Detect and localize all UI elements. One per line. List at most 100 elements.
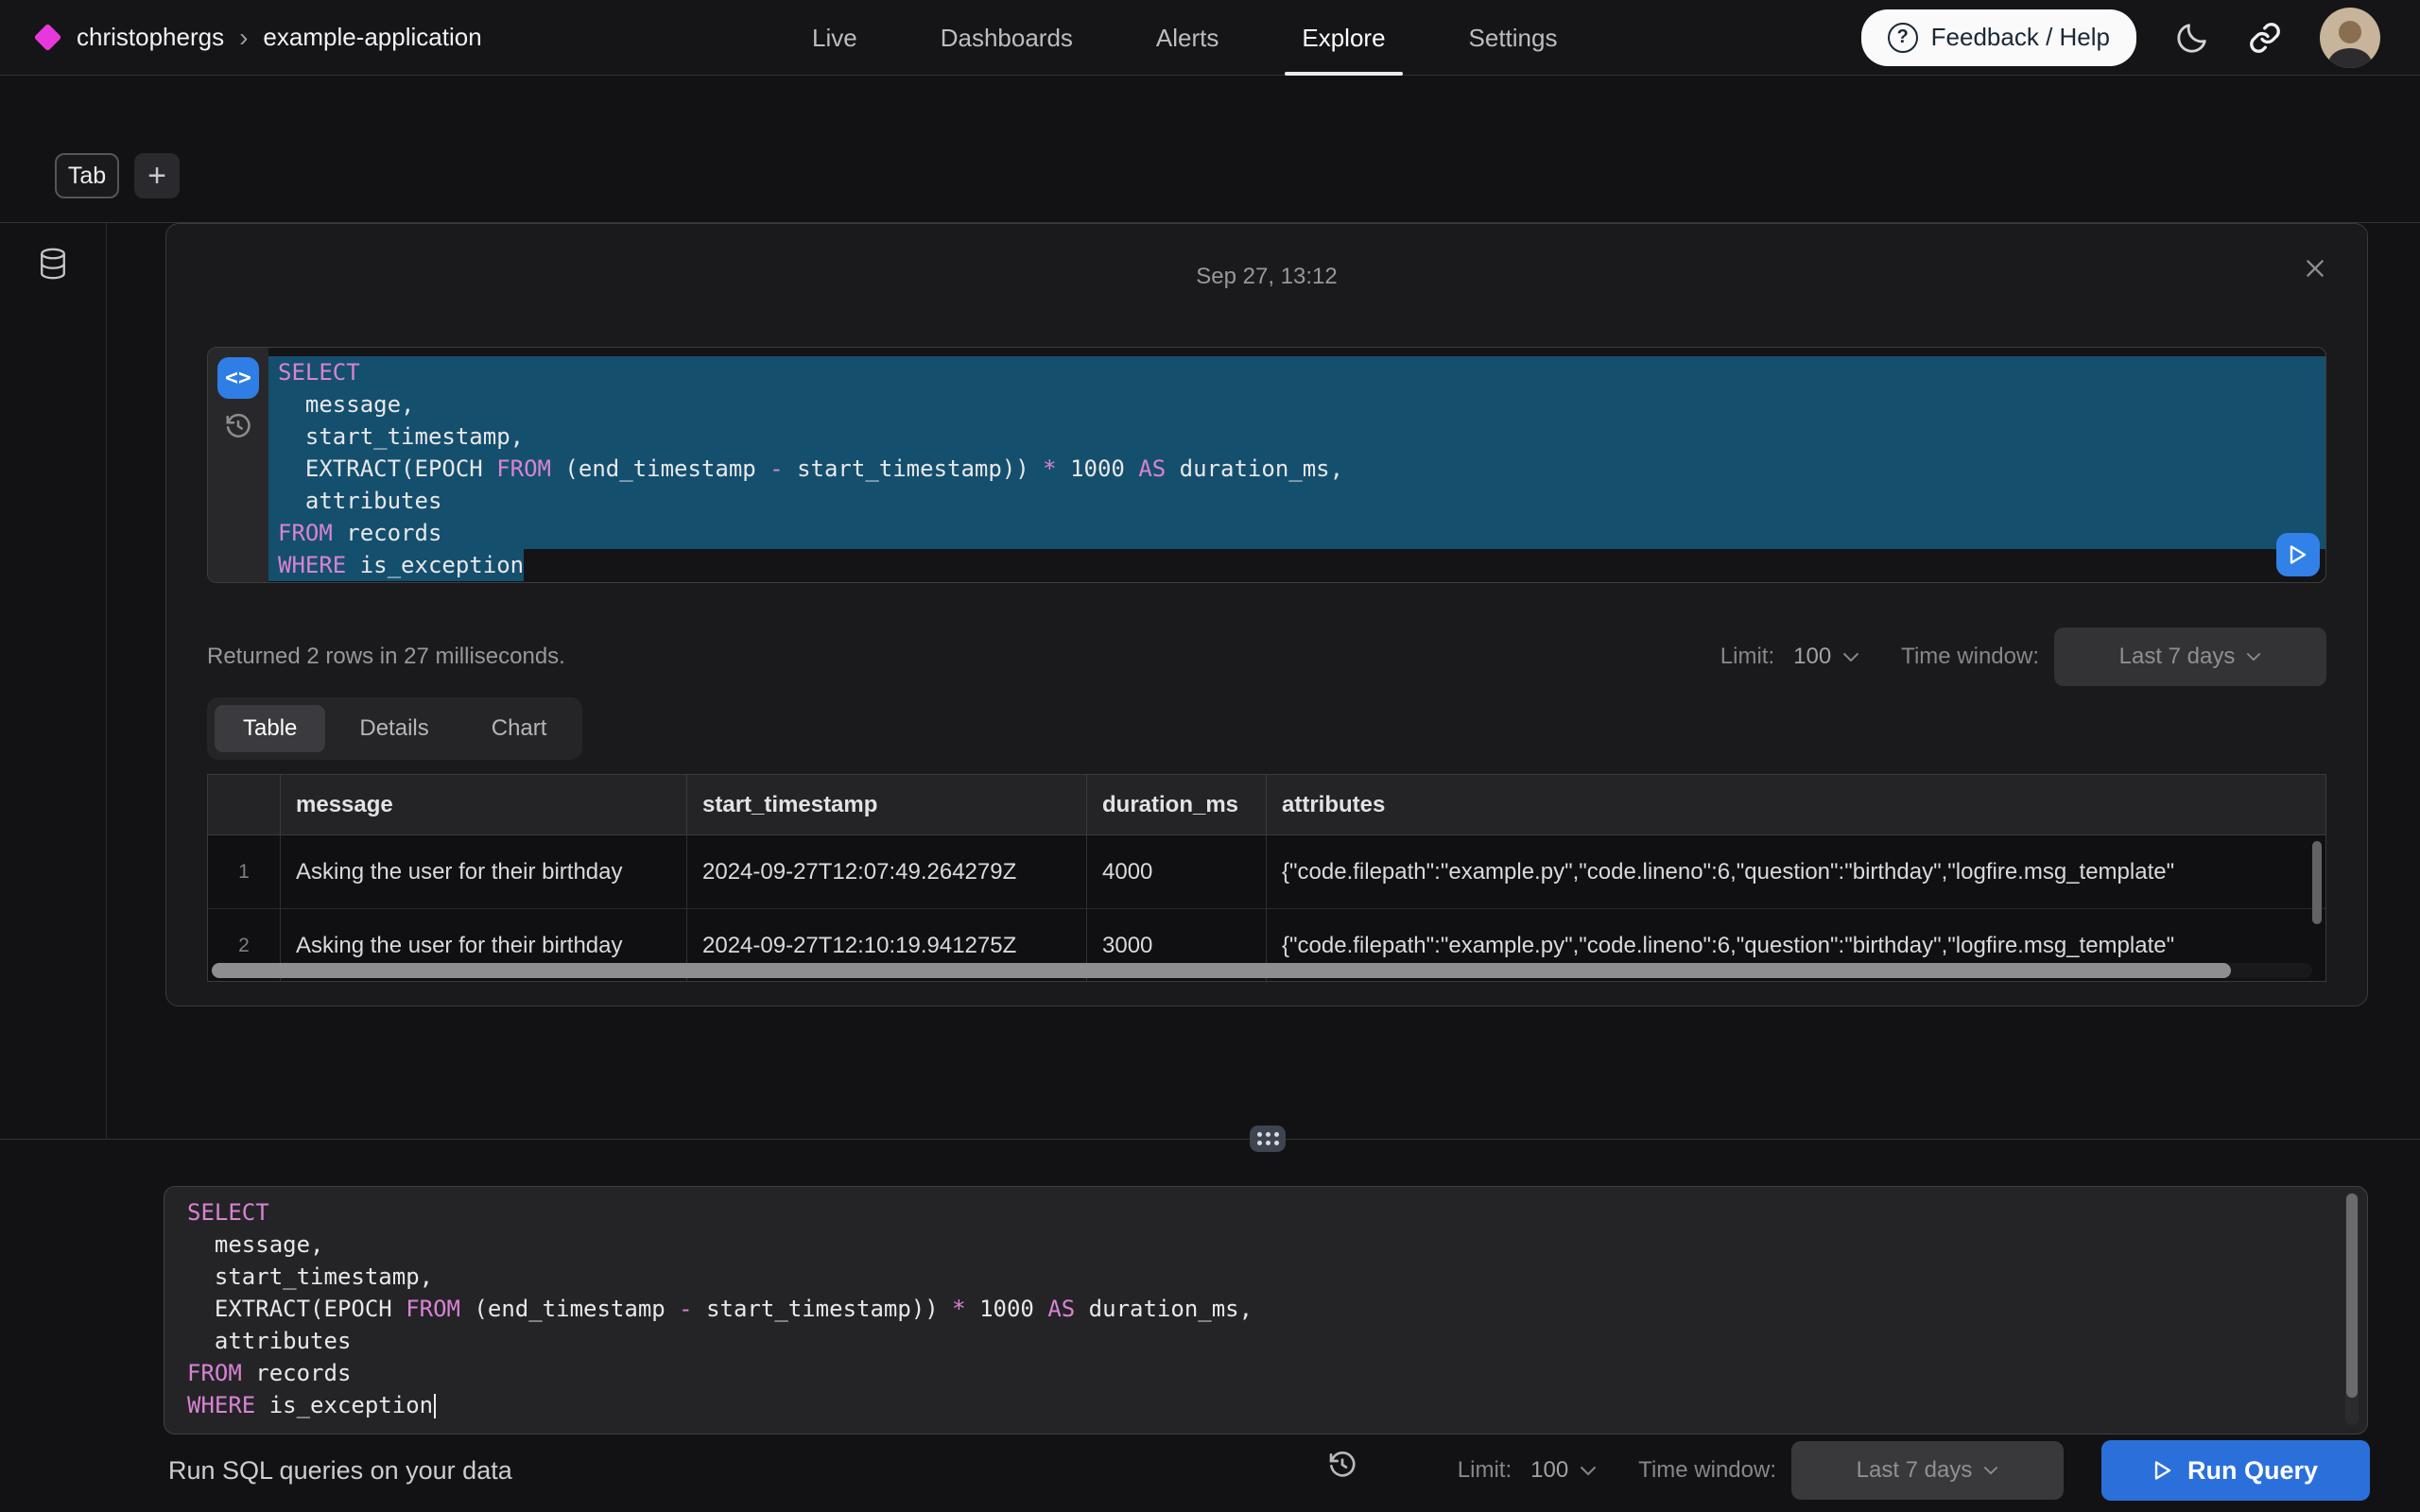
share-link-button[interactable] xyxy=(2248,21,2282,55)
limit-dropdown[interactable]: 100 xyxy=(1793,644,1859,670)
play-icon xyxy=(2289,544,2308,565)
view-tab-table[interactable]: Table xyxy=(215,705,325,752)
editor-gutter: <> xyxy=(208,348,268,582)
table-cell[interactable]: Asking the user for their birthday xyxy=(281,835,687,908)
row-number: 1 xyxy=(208,835,281,908)
breadcrumb-project[interactable]: example-application xyxy=(263,23,481,52)
column-header-start_timestamp[interactable]: start_timestamp xyxy=(687,775,1087,834)
results-table-header: messagestart_timestampduration_msattribu… xyxy=(208,775,2325,835)
table-cell[interactable]: 4000 xyxy=(1087,835,1267,908)
breadcrumb: christophergs › example-application xyxy=(0,23,482,53)
breadcrumb-chevron-icon: › xyxy=(239,23,248,53)
logfire-logo-icon[interactable] xyxy=(34,24,62,52)
sql-line[interactable]: SELECT xyxy=(268,356,2325,388)
bottom-controls: Limit: 100 Time window: Last 7 days Run … xyxy=(1458,1440,2370,1501)
chevron-down-icon xyxy=(1580,1466,1597,1476)
column-header-duration_ms[interactable]: duration_ms xyxy=(1087,775,1267,834)
header-actions: ? Feedback / Help xyxy=(1861,8,2420,68)
query-timestamp: Sep 27, 13:12 xyxy=(166,264,2367,290)
top-navigation-bar: christophergs › example-application Live… xyxy=(0,0,2420,76)
time-window-label: Time window: xyxy=(1901,644,2039,670)
history-icon xyxy=(1327,1450,1357,1480)
results-table-body: 1Asking the user for their birthday2024-… xyxy=(208,835,2325,982)
nav-item-dashboards[interactable]: Dashboards xyxy=(899,0,1115,76)
run-selected-query-button[interactable] xyxy=(2276,533,2320,576)
nav-item-settings[interactable]: Settings xyxy=(1427,0,1599,76)
time-window-dropdown-bottom[interactable]: Last 7 days xyxy=(1791,1441,2064,1500)
feedback-help-label: Feedback / Help xyxy=(1931,23,2110,52)
query-history-card: Sep 27, 13:12 <> SELECT message, start_t… xyxy=(165,223,2368,1006)
sql-line[interactable]: WHERE is_exception xyxy=(178,1389,2367,1421)
editor-hint-text: Run SQL queries on your data xyxy=(168,1456,512,1486)
query-history-button-bottom[interactable] xyxy=(1327,1450,1357,1480)
sql-line[interactable]: attributes xyxy=(178,1325,2367,1357)
feedback-help-button[interactable]: ? Feedback / Help xyxy=(1861,9,2136,66)
close-card-button[interactable] xyxy=(2299,252,2331,284)
table-row[interactable]: 1Asking the user for their birthday2024-… xyxy=(208,835,2325,909)
sql-line[interactable]: attributes xyxy=(268,485,2325,517)
sql-line[interactable]: FROM records xyxy=(268,517,2325,549)
history-icon xyxy=(224,412,252,440)
text-cursor xyxy=(434,1394,436,1418)
left-sidebar-rail xyxy=(0,223,107,1139)
sql-query-display[interactable]: <> SELECT message, start_timestamp, EXTR… xyxy=(207,347,2326,583)
sql-line[interactable]: SELECT xyxy=(178,1196,2367,1228)
sql-editor[interactable]: SELECT message, start_timestamp, EXTRACT… xyxy=(164,1186,2368,1435)
nav-item-explore[interactable]: Explore xyxy=(1260,0,1426,76)
nav-item-live[interactable]: Live xyxy=(770,0,899,76)
sql-line[interactable]: start_timestamp, xyxy=(178,1261,2367,1293)
sql-code-editable[interactable]: SELECT message, start_timestamp, EXTRACT… xyxy=(164,1187,2367,1421)
column-header-message[interactable]: message xyxy=(281,775,687,834)
chevron-down-icon xyxy=(2246,652,2261,662)
result-view-tabs: TableDetailsChart xyxy=(207,697,582,760)
table-cell[interactable]: 2024-09-27T12:07:49.264279Z xyxy=(687,835,1087,908)
close-icon xyxy=(2303,256,2327,281)
sql-code-selected[interactable]: SELECT message, start_timestamp, EXTRACT… xyxy=(268,348,2325,581)
limit-label-bottom: Limit: xyxy=(1458,1457,1512,1484)
pane-divider xyxy=(0,1139,2420,1140)
dark-mode-toggle[interactable] xyxy=(2174,20,2210,56)
sql-line[interactable]: EXTRACT(EPOCH FROM (end_timestamp - star… xyxy=(178,1293,2367,1325)
sql-line[interactable]: EXTRACT(EPOCH FROM (end_timestamp - star… xyxy=(268,453,2325,485)
editor-vertical-scrollbar-thumb[interactable] xyxy=(2346,1194,2358,1398)
drag-dots-icon xyxy=(1257,1132,1262,1137)
limit-label: Limit: xyxy=(1720,644,1774,670)
user-avatar[interactable] xyxy=(2320,8,2380,68)
sql-line[interactable]: FROM records xyxy=(178,1357,2367,1389)
view-tab-details[interactable]: Details xyxy=(331,705,457,752)
results-table: messagestart_timestampduration_msattribu… xyxy=(207,774,2326,982)
code-icon[interactable]: <> xyxy=(217,357,259,399)
main-nav: LiveDashboardsAlertsExploreSettings xyxy=(770,0,1599,76)
moon-icon xyxy=(2174,20,2210,56)
view-tab-chart[interactable]: Chart xyxy=(463,705,576,752)
database-icon xyxy=(38,248,68,280)
database-schema-button[interactable] xyxy=(38,248,68,280)
result-summary: Returned 2 rows in 27 milliseconds. xyxy=(207,644,565,670)
pane-resize-handle[interactable] xyxy=(1250,1125,1286,1152)
table-cell[interactable]: {"code.filepath":"example.py","code.line… xyxy=(1267,835,2325,908)
limit-dropdown-bottom[interactable]: 100 xyxy=(1530,1457,1597,1484)
breadcrumb-org[interactable]: christophergs xyxy=(77,23,224,52)
nav-item-alerts[interactable]: Alerts xyxy=(1115,0,1260,76)
table-horizontal-scrollbar-thumb[interactable] xyxy=(212,963,2231,978)
query-history-button[interactable] xyxy=(224,412,252,440)
sql-line[interactable]: start_timestamp, xyxy=(268,421,2325,453)
sql-line[interactable]: message, xyxy=(268,388,2325,421)
run-query-button[interactable]: Run Query xyxy=(2101,1440,2370,1501)
time-window-label-bottom: Time window: xyxy=(1638,1457,1776,1484)
result-summary-row: Returned 2 rows in 27 milliseconds. Limi… xyxy=(207,638,2326,676)
add-tab-button[interactable]: + xyxy=(134,153,180,198)
column-header-attributes[interactable]: attributes xyxy=(1267,775,2325,834)
query-tab[interactable]: Tab xyxy=(55,153,119,198)
help-circle-icon: ? xyxy=(1888,23,1918,53)
table-horizontal-scrollbar-track[interactable] xyxy=(212,963,2312,978)
play-icon xyxy=(2153,1460,2172,1481)
column-header-rownum[interactable] xyxy=(208,775,281,834)
sql-line[interactable]: message, xyxy=(178,1228,2367,1261)
link-icon xyxy=(2248,21,2282,55)
time-window-dropdown[interactable]: Last 7 days xyxy=(2054,627,2326,686)
chevron-down-icon xyxy=(1842,652,1859,662)
sql-line[interactable]: WHERE is_exception xyxy=(268,549,2325,581)
table-vertical-scrollbar[interactable] xyxy=(2312,841,2322,924)
editor-vertical-scrollbar-track[interactable] xyxy=(2345,1193,2359,1425)
